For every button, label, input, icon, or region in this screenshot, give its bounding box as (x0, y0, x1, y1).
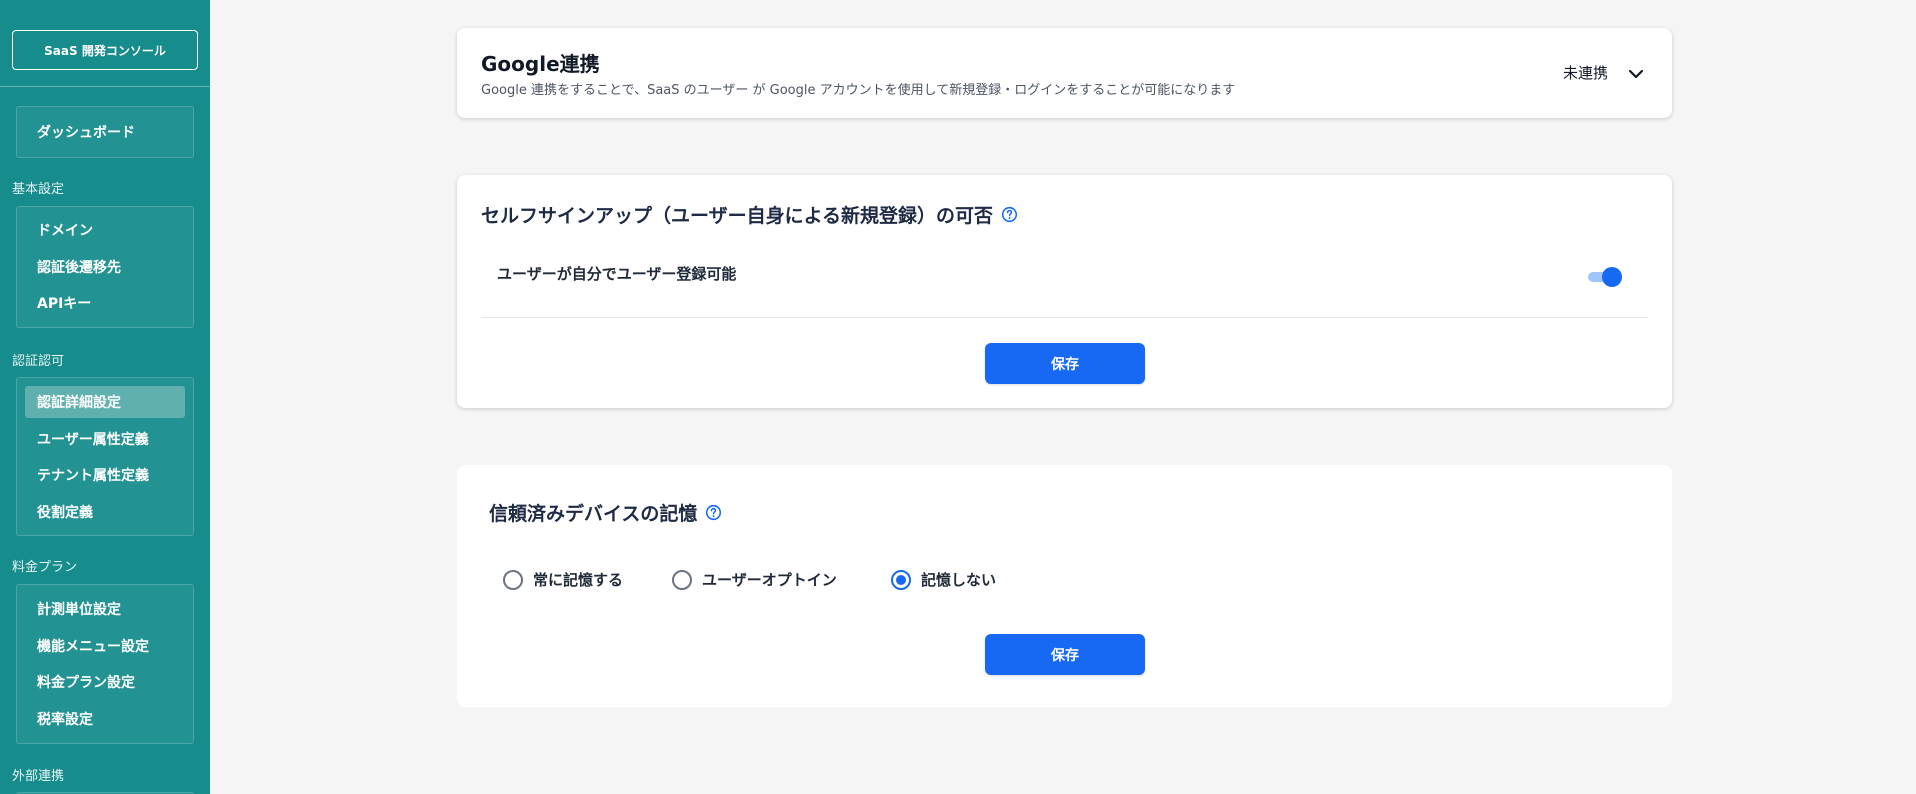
trusted-device-card: 信頼済みデバイスの記憶 常に記憶する ユーザーオプトイン 記憶しない 保存 (457, 465, 1672, 707)
sidebar-group-pricing: 計測単位設定 機能メニュー設定 料金プラン設定 税率設定 (16, 584, 194, 744)
sidebar-divider (0, 86, 210, 87)
sidebar-group-dashboard: ダッシュボード (16, 106, 194, 158)
radio-option-always[interactable]: 常に記憶する (503, 569, 623, 590)
sidebar-item-dashboard[interactable]: ダッシュボード (25, 116, 185, 148)
self-signup-toggle[interactable] (1588, 265, 1622, 289)
sidebar-item-tenant-attributes[interactable]: テナント属性定義 (25, 459, 185, 491)
chevron-down-icon[interactable] (1626, 64, 1646, 84)
trusted-device-title-row: 信頼済みデバイスの記憶 (489, 499, 722, 526)
radio-label: ユーザーオプトイン (702, 571, 837, 589)
toggle-knob (1602, 267, 1622, 287)
radio-label: 記憶しない (921, 571, 997, 589)
sidebar-item-pricing-plans[interactable]: 料金プラン設定 (25, 666, 185, 698)
console-home-button[interactable]: SaaS 開発コンソール (12, 30, 198, 70)
google-integration-card: Google連携 Google 連携をすることで、SaaS のユーザー が Go… (457, 28, 1672, 118)
sidebar-item-roles[interactable]: 役割定義 (25, 496, 185, 528)
radio-button[interactable] (503, 569, 523, 590)
app: SaaS 開発コンソール ダッシュボード 基本設定 ドメイン 認証後遷移先 AP… (0, 0, 1916, 794)
self-signup-title-row: セルフサインアップ（ユーザー自身による新規登録）の可否 (481, 201, 1018, 228)
sidebar-section-external: 外部連携 (12, 769, 65, 784)
sidebar-section-basic: 基本設定 (12, 182, 65, 197)
sidebar-item-metering-units[interactable]: 計測単位設定 (25, 593, 185, 625)
self-signup-divider (481, 317, 1648, 318)
google-title: Google連携 (481, 52, 600, 76)
question-circle-icon[interactable] (1001, 206, 1018, 223)
self-signup-toggle-label: ユーザーが自分でユーザー登録可能 (497, 265, 737, 283)
sidebar-item-user-attributes[interactable]: ユーザー属性定義 (25, 423, 185, 455)
sidebar-section-auth: 認証認可 (12, 354, 65, 369)
question-circle-icon[interactable] (705, 504, 722, 521)
sidebar-group-auth: 認証詳細設定 ユーザー属性定義 テナント属性定義 役割定義 (16, 377, 194, 536)
sidebar-item-auth-detail[interactable]: 認証詳細設定 (25, 386, 185, 418)
sidebar-item-domain[interactable]: ドメイン (25, 214, 185, 246)
sidebar-item-feature-menu[interactable]: 機能メニュー設定 (25, 630, 185, 662)
google-status: 未連携 (1562, 64, 1608, 82)
sidebar-group-basic: ドメイン 認証後遷移先 APIキー (16, 206, 194, 328)
sidebar-item-tax-rate[interactable]: 税率設定 (25, 703, 185, 735)
radio-button[interactable] (891, 569, 911, 590)
radio-option-never[interactable]: 記憶しない (891, 569, 996, 590)
sidebar: SaaS 開発コンソール ダッシュボード 基本設定 ドメイン 認証後遷移先 AP… (0, 0, 210, 794)
sidebar-section-pricing: 料金プラン (12, 560, 78, 575)
sidebar-item-api-key[interactable]: APIキー (25, 287, 185, 319)
radio-button[interactable] (672, 569, 692, 590)
radio-option-user-optin[interactable]: ユーザーオプトイン (672, 569, 837, 590)
trusted-device-title: 信頼済みデバイスの記憶 (489, 503, 698, 525)
self-signup-card: セルフサインアップ（ユーザー自身による新規登録）の可否 ユーザーが自分でユーザー… (457, 175, 1672, 408)
trusted-device-save-button[interactable]: 保存 (985, 634, 1145, 675)
self-signup-title: セルフサインアップ（ユーザー自身による新規登録）の可否 (481, 205, 994, 227)
radio-label: 常に記憶する (533, 571, 624, 589)
sidebar-item-redirect[interactable]: 認証後遷移先 (25, 251, 185, 283)
google-description: Google 連携をすることで、SaaS のユーザー が Google アカウン… (481, 83, 1236, 98)
self-signup-save-button[interactable]: 保存 (985, 343, 1145, 384)
